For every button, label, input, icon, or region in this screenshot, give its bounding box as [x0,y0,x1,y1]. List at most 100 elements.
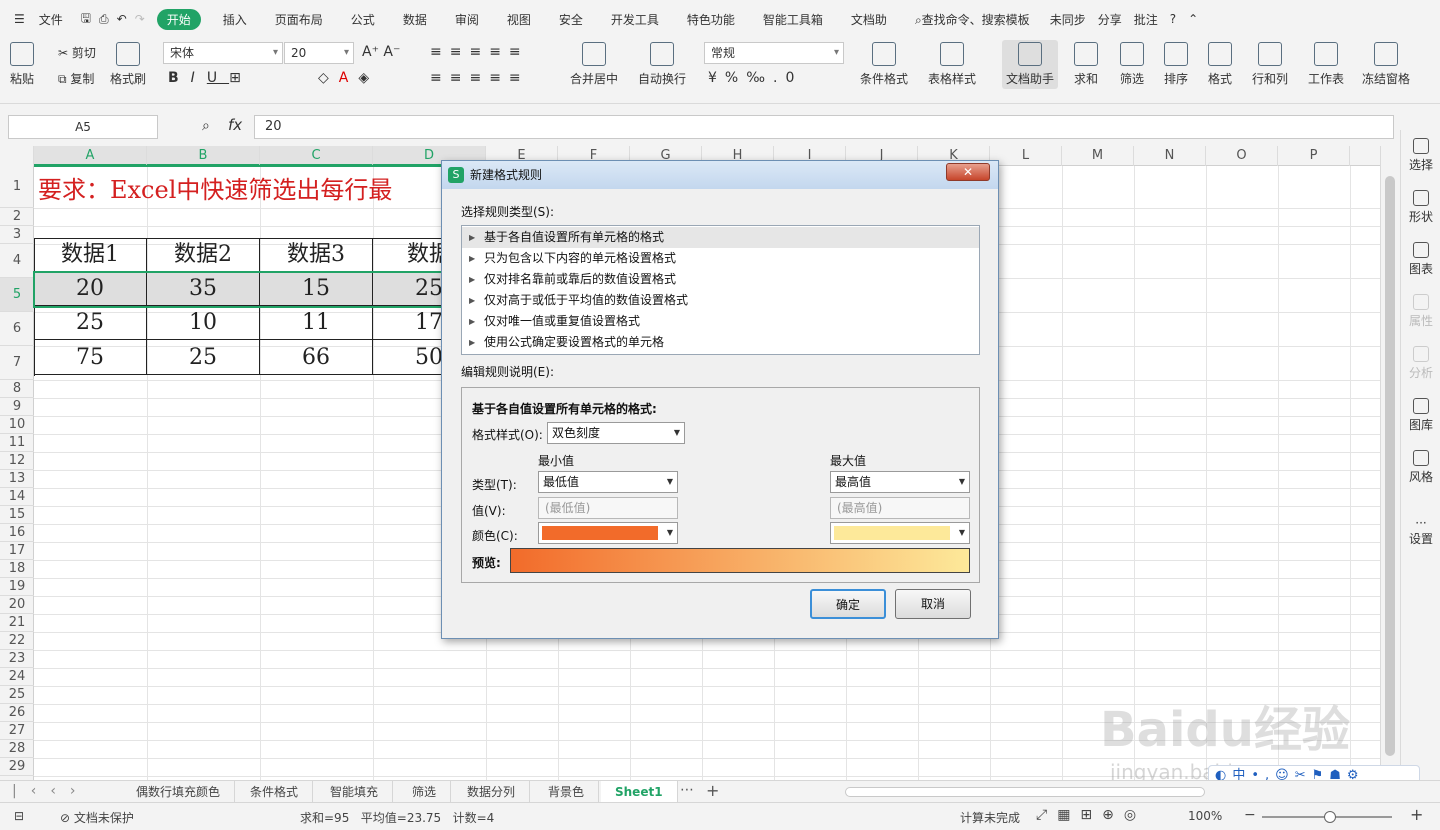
rule-type-item[interactable]: 仅对高于或低于平均值的数值设置格式 [462,290,979,311]
row-header-22[interactable]: 22 [0,632,34,650]
row-header-6[interactable]: 6 [0,312,34,346]
row-header-16[interactable]: 16 [0,524,34,542]
panel-gallery[interactable]: 图库 [1401,398,1440,433]
sheet-title-cell[interactable]: 要求：Excel中快速筛选出每行最 [38,170,392,205]
sheet-tab[interactable]: 筛选 [398,781,452,803]
row-header-17[interactable]: 17 [0,542,34,560]
row-col-button[interactable]: 行和列 [1252,42,1288,87]
number-format-select[interactable]: 常规 [704,42,844,64]
row-header-7[interactable]: 7 [0,346,34,380]
col-header-a[interactable]: A [34,146,147,166]
row-header-4[interactable]: 4 [0,244,34,278]
data-cell[interactable]: 66 [260,340,373,375]
align-horizontal-icons[interactable]: ≡≡≡≡≡ [430,70,529,86]
font-name-select[interactable]: 宋体 [163,42,283,64]
ok-button[interactable]: 确定 [810,589,886,619]
add-sheet-icon[interactable]: + [706,781,719,800]
sync-status[interactable]: 未同步 [1044,11,1092,28]
max-type-select[interactable]: 最高值 [830,471,970,493]
min-color-picker[interactable] [538,522,678,544]
panel-style[interactable]: 风格 [1401,450,1440,485]
data-cell[interactable]: 10 [147,306,260,340]
zoom-icon[interactable]: ⌕ [202,118,210,134]
number-format-icons[interactable]: ¥%‰.0 [708,70,802,86]
sum-button[interactable]: 求和 [1074,42,1098,87]
tab-insert[interactable]: 插入 [209,11,261,28]
sheet-tab[interactable]: 背景色 [534,781,600,803]
rule-type-item[interactable]: 使用公式确定要设置格式的单元格 [462,332,979,353]
row-header-24[interactable]: 24 [0,668,34,686]
help-icon[interactable]: ? [1164,12,1182,26]
row-header-28[interactable]: 28 [0,740,34,758]
format-painter-button[interactable]: 格式刷 [110,42,146,87]
cut-button[interactable]: ✂ 剪切 [58,44,96,61]
format-style-select[interactable]: 双色刻度 [547,422,685,444]
save-icon[interactable]: 🖫 [77,9,95,30]
horizontal-scrollbar[interactable] [845,787,1205,797]
row-header-10[interactable]: 10 [0,416,34,434]
hamburger-icon[interactable]: ☰ [0,12,39,26]
col-header-l[interactable]: L [990,146,1062,166]
data-cell[interactable]: 25 [34,306,147,340]
row-header-13[interactable]: 13 [0,470,34,488]
sheet-nav-icons[interactable]: |‹‹› [12,783,90,799]
sort-button[interactable]: 排序 [1164,42,1188,87]
tab-page-layout[interactable]: 页面布局 [261,11,337,28]
sheet-tab[interactable]: 智能填充 [316,781,394,803]
zoom-level[interactable]: 100% [1188,809,1222,823]
font-grow-icon[interactable]: A⁺ A⁻ [362,44,400,60]
data-cell[interactable]: 75 [34,340,147,375]
dialog-titlebar[interactable]: S 新建格式规则 [442,161,998,189]
row-header-23[interactable]: 23 [0,650,34,668]
panel-shape[interactable]: 形状 [1401,190,1440,225]
copy-button[interactable]: ⧉ 复制 [58,70,94,87]
row-header-2[interactable]: 2 [0,208,34,226]
rule-type-item[interactable]: 仅对唯一值或重复值设置格式 [462,311,979,332]
fx-icon[interactable]: fx [228,116,242,134]
col-header-p[interactable]: P [1278,146,1350,166]
row-header-27[interactable]: 27 [0,722,34,740]
col-header-n[interactable]: N [1134,146,1206,166]
tab-data[interactable]: 数据 [389,11,441,28]
tab-formula[interactable]: 公式 [337,11,389,28]
tab-developer[interactable]: 开发工具 [597,11,673,28]
panel-settings[interactable]: ··· 设置 [1401,516,1440,547]
tab-review[interactable]: 审阅 [441,11,493,28]
row-header-26[interactable]: 26 [0,704,34,722]
row-header-20[interactable]: 20 [0,596,34,614]
zoom-out-icon[interactable]: − [1244,807,1256,823]
row-header-5[interactable]: 5 [0,278,34,312]
max-value-input[interactable]: (最高值) [830,497,970,519]
sheet-tab[interactable]: 条件格式 [236,781,314,803]
row-header-21[interactable]: 21 [0,614,34,632]
row-header-25[interactable]: 25 [0,686,34,704]
collapse-icon[interactable]: ⌃ [1182,12,1204,26]
row-header-11[interactable]: 11 [0,434,34,452]
format-button[interactable]: 格式 [1208,42,1232,87]
col-header-c[interactable]: C [260,146,373,166]
tab-doc-helper[interactable]: 文档助 [837,11,901,28]
wrap-text-button[interactable]: 自动换行 [638,42,686,87]
tab-smart-tools[interactable]: 智能工具箱 [749,11,837,28]
vertical-scrollbar[interactable] [1380,146,1400,780]
search-command[interactable]: ⌕查找命令、搜索模板 [901,11,1044,28]
col-header-o[interactable]: O [1206,146,1278,166]
rule-type-item[interactable]: 只为包含以下内容的单元格设置格式 [462,248,979,269]
share-button[interactable]: 分享 [1092,11,1128,28]
tab-security[interactable]: 安全 [545,11,597,28]
sheet-tab[interactable]: 数据分列 [453,781,531,803]
font-size-select[interactable]: 20 [284,42,354,64]
doc-helper-button[interactable]: 文档助手 [1002,40,1059,89]
dialog-close-button[interactable]: ✕ [946,163,990,181]
min-value-input[interactable]: (最低值) [538,497,678,519]
panel-properties[interactable]: 属性 [1401,294,1440,329]
header-cell[interactable]: 数据3 [260,238,373,272]
row-header-3[interactable]: 3 [0,226,34,244]
sheet-tab-active[interactable]: Sheet1 [601,781,678,803]
zoom-slider-thumb[interactable] [1324,811,1336,823]
filter-button[interactable]: 筛选 [1120,42,1144,87]
comment-button[interactable]: 批注 [1128,11,1164,28]
panel-select[interactable]: 选择 [1401,138,1440,173]
print-icon[interactable]: ⎙ [95,12,113,27]
fill-color-icon[interactable]: ◇A◈ [318,70,379,86]
